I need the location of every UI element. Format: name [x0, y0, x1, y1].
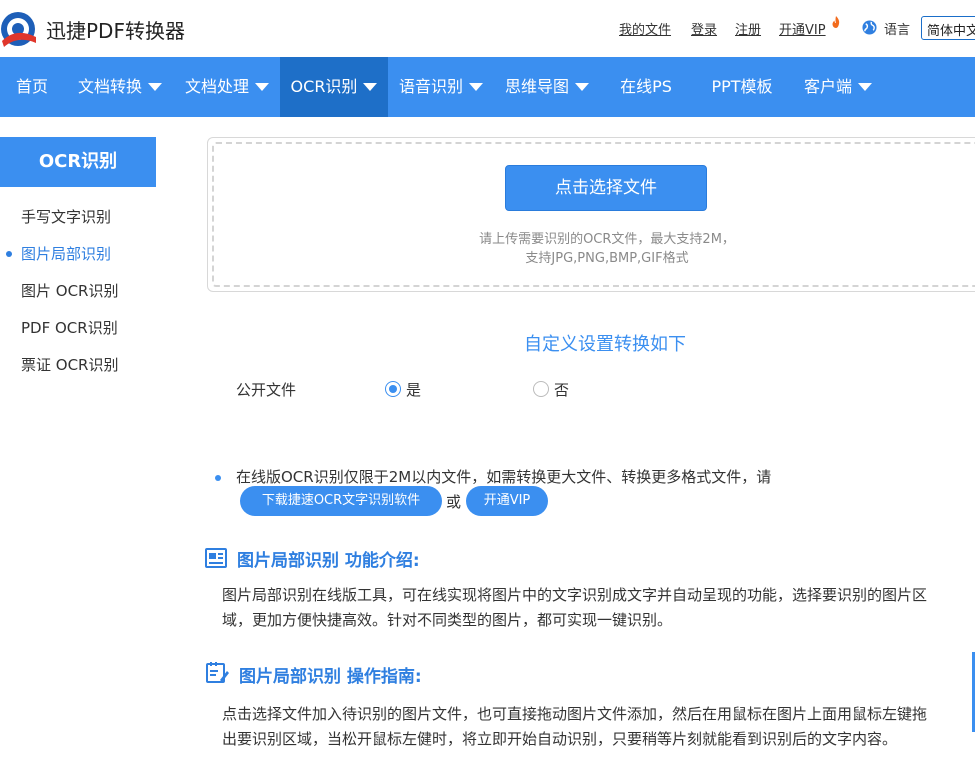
active-dot-icon	[6, 251, 12, 257]
nav-doc-process[interactable]: 文档处理	[174, 57, 280, 117]
language-select[interactable]: 简体中文	[921, 16, 975, 40]
upload-hint-line1: 请上传需要识别的OCR文件，最大支持2M，	[479, 232, 735, 247]
guide-line2: 出要识别区域，当松开鼠标左健时，将立即开始自动识别，只要稍等片刻就能看到识别后的…	[222, 730, 898, 748]
sidebar-title: OCR识别	[0, 137, 156, 187]
login-link[interactable]: 登录	[691, 19, 717, 38]
nav-label: 文档处理	[184, 77, 249, 96]
caret-down-icon	[148, 82, 162, 91]
download-software-button[interactable]: 下载捷速OCR文字识别软件	[240, 486, 442, 516]
intro-line2: 域，更加方便快捷高效。针对不同类型的图片，都可实现一键识别。	[222, 611, 673, 629]
sidebar-item-handwriting[interactable]: 手写文字识别	[21, 206, 111, 227]
nav-label: 语音识别	[398, 77, 463, 96]
upload-hint-line2: 支持JPG,PNG,BMP,GIF格式	[525, 251, 689, 266]
radio-no-label[interactable]: 否	[554, 379, 569, 400]
settings-title: 自定义设置转换如下	[524, 334, 686, 355]
vip-link[interactable]: 开通VIP	[779, 19, 826, 38]
nav-label: 思维导图	[504, 77, 569, 96]
intro-title: 图片局部识别 功能介绍:	[237, 551, 420, 571]
nav-label: OCR识别	[290, 77, 358, 96]
nav-label: 首页	[15, 77, 48, 96]
open-vip-button[interactable]: 开通VIP	[466, 486, 548, 516]
public-file-label: 公开文件	[236, 381, 297, 399]
caret-down-icon	[363, 82, 378, 91]
radio-yes-label[interactable]: 是	[406, 379, 421, 400]
guide-notepad-icon	[206, 662, 229, 683]
intro-line1: 图片局部识别在线版工具，可在线实现将图片中的文字识别成文字并自动呈现的功能，选择…	[222, 586, 928, 604]
nav-label: 文档转换	[77, 77, 142, 96]
my-files-link[interactable]: 我的文件	[619, 19, 671, 38]
caret-down-icon	[255, 82, 269, 91]
sidebar-item-image-ocr[interactable]: 图片 OCR识别	[21, 280, 118, 301]
globe-icon[interactable]	[862, 20, 877, 35]
guide-title: 图片局部识别 操作指南:	[239, 667, 422, 687]
nav-label: 在线PS	[620, 77, 672, 96]
radio-yes[interactable]	[385, 381, 401, 397]
caret-down-icon	[575, 82, 589, 91]
radio-no[interactable]	[533, 381, 549, 397]
nav-online-ps[interactable]: 在线PS	[604, 57, 688, 117]
fire-icon	[832, 16, 840, 28]
nav-client[interactable]: 客户端	[796, 57, 880, 117]
caret-down-icon	[469, 82, 483, 91]
bullet-dot-icon	[215, 475, 221, 481]
guide-line1: 点击选择文件加入待识别的图片文件，也可直接拖动图片文件添加，然后在用鼠标在图片上…	[222, 705, 928, 723]
main-nav: 首页 文档转换 文档处理 OCR识别 语音识别 思维导图 在线PS PPT模板 …	[0, 57, 975, 117]
nav-ppt-template[interactable]: PPT模板	[698, 57, 786, 117]
intro-doc-icon	[205, 548, 227, 568]
select-file-button[interactable]: 点击选择文件	[505, 165, 707, 211]
sidebar-item-pdf-ocr[interactable]: PDF OCR识别	[21, 317, 118, 338]
header: 迅捷PDF转换器 我的文件 登录 注册 开通VIP 语言 简体中文	[0, 0, 975, 57]
app-logo-icon[interactable]	[0, 7, 38, 51]
nav-voice[interactable]: 语音识别	[388, 57, 494, 117]
caret-down-icon	[858, 82, 872, 91]
sidebar-item-ticket-ocr[interactable]: 票证 OCR识别	[21, 354, 118, 375]
brand-name[interactable]: 迅捷PDF转换器	[46, 15, 185, 44]
nav-label: PPT模板	[711, 77, 773, 96]
upload-dropzone[interactable]	[207, 137, 975, 292]
or-text: 或	[446, 493, 462, 511]
nav-ocr[interactable]: OCR识别	[280, 57, 388, 117]
language-label[interactable]: 语言	[884, 19, 910, 38]
nav-doc-convert[interactable]: 文档转换	[66, 57, 174, 117]
register-link[interactable]: 注册	[735, 19, 761, 38]
nav-home[interactable]: 首页	[0, 57, 64, 117]
sidebar-item-partial-image[interactable]: 图片局部识别	[21, 243, 111, 264]
notice-text: 在线版OCR识别仅限于2M以内文件，如需转换更大文件、转换更多格式文件，请	[236, 468, 772, 486]
nav-label: 客户端	[803, 77, 852, 96]
nav-mindmap[interactable]: 思维导图	[494, 57, 600, 117]
